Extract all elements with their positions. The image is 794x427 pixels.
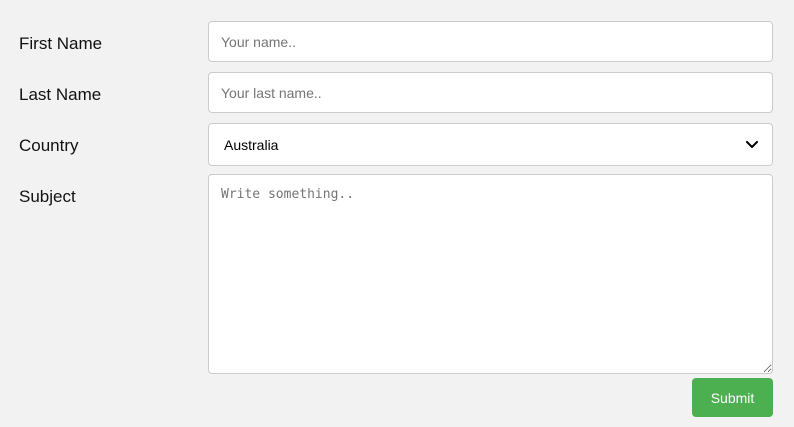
first-name-label: First Name [19,34,103,53]
country-select[interactable]: Australia [208,123,773,166]
subject-label: Subject [19,187,76,206]
contact-form: First Name Last Name Country Australia S… [0,0,794,427]
subject-textarea[interactable] [208,174,773,374]
country-selected-value: Australia [224,136,279,153]
first-name-input[interactable] [208,21,773,62]
country-label: Country [19,136,79,155]
chevron-down-icon [744,137,760,153]
last-name-input[interactable] [208,72,773,113]
last-name-label: Last Name [19,85,102,104]
submit-button[interactable]: Submit [692,378,773,417]
